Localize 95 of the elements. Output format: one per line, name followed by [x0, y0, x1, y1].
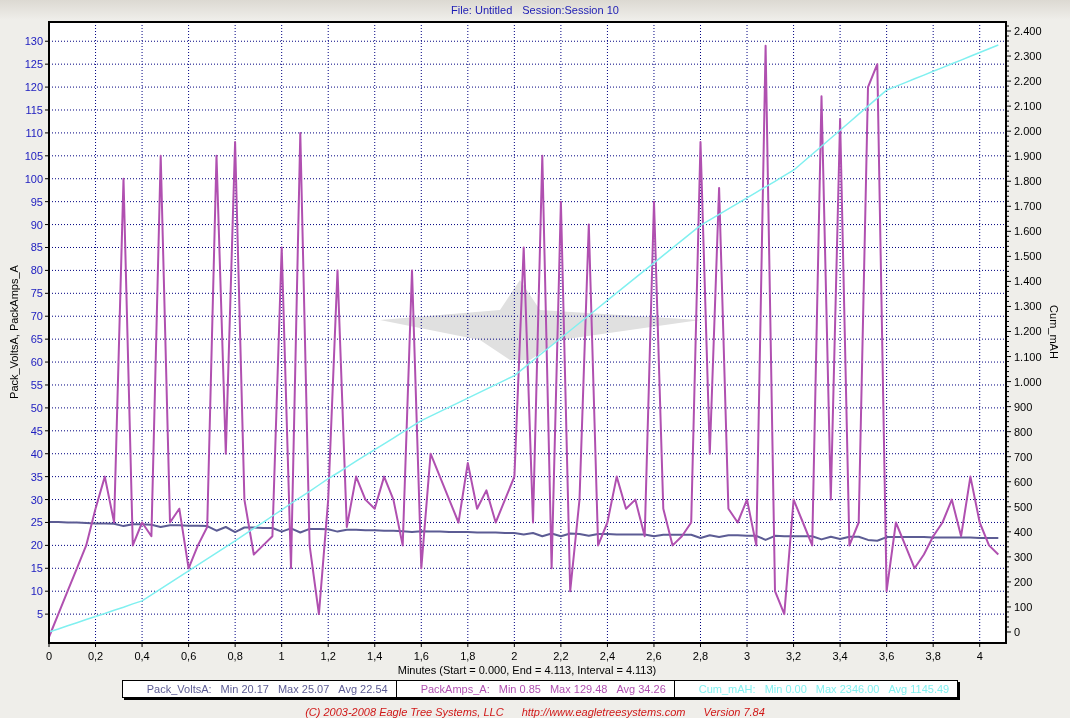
legend-separator: : [752, 683, 756, 695]
legend-avg: Avg 22.54 [338, 683, 388, 695]
axis-tick-label: 115 [25, 104, 43, 116]
axis-tick-label: 4 [976, 650, 983, 662]
axis-tick-label: 1,2 [320, 650, 336, 662]
axis-tick-label: 1.600 [1014, 225, 1042, 238]
legend-max: Max 129.48 [549, 683, 608, 695]
legend-max: Max 25.07 [277, 683, 330, 695]
axis-tick-label: 1.400 [1014, 275, 1042, 288]
x-axis-title: Minutes (Start = 0.000, End = 4.113, Interval = 4.113) [397, 664, 657, 676]
axis-tick-label: 0 [45, 650, 53, 662]
y-axis-title: Cum_mAH [1048, 305, 1060, 359]
axis-tick-label: 0 [1014, 626, 1021, 638]
legend-min: Min 0.00 [764, 683, 807, 695]
axis-tick-label: 800 [1014, 425, 1033, 438]
axis-tick-label: 200 [1014, 575, 1033, 588]
axis-tick-label: 2.400 [1014, 25, 1042, 37]
axis-tick-label: 0,2 [87, 650, 104, 662]
axis-tick-label: 3,4 [832, 650, 848, 662]
axis-tick-label: 60 [30, 356, 43, 369]
axis-tick-label: 20 [30, 539, 43, 552]
axis-tick-label: 1.800 [1014, 175, 1042, 188]
axis-tick-label: 1.300 [1014, 300, 1042, 313]
axis-tick-label: 100 [24, 172, 43, 185]
axis-tick-label: 90 [30, 218, 43, 231]
axis-tick-label: 0,8 [227, 650, 243, 662]
legend-min: Min 20.17 [220, 683, 269, 695]
axis-tick-label: 105 [24, 149, 43, 162]
axis-tick-label: 1,6 [413, 650, 429, 662]
axis-tick-label: 1.700 [1014, 200, 1042, 213]
axis-tick-label: 2.000 [1014, 125, 1042, 138]
axis-tick-label: 10 [30, 585, 43, 598]
axis-tick-label: 85 [30, 241, 43, 254]
legend-separator: : [208, 683, 212, 695]
axis-tick-label: 110 [25, 126, 43, 139]
axis-tick-label: 55 [30, 379, 43, 391]
axis-tick-label: 95 [30, 195, 43, 208]
version-text: Version 7.84 [703, 706, 765, 718]
axis-tick-label: 3,8 [925, 650, 941, 662]
copyright-text: (C) 2003-2008 Eagle Tree Systems, LLC [305, 706, 504, 718]
legend-min: Min 0.85 [498, 683, 541, 695]
axis-tick-label: 300 [1014, 550, 1033, 563]
legend-label: Pack_VoltsA [146, 683, 209, 695]
axis-tick-label: 0,4 [134, 650, 150, 662]
axis-tick-label: 40 [30, 447, 43, 460]
axis-tick-label: 1,8 [460, 650, 476, 662]
axis-tick-label: 2 [511, 650, 518, 662]
axis-tick-label: 15 [30, 562, 43, 575]
axis-tick-label: 35 [30, 470, 43, 483]
axis-tick-label: 1 [278, 650, 285, 662]
session-name: Session:Session 10 [522, 4, 619, 16]
axis-tick-label: 3 [743, 650, 751, 662]
axis-tick-label: 2.200 [1014, 75, 1042, 88]
axis-tick-label: 400 [1014, 525, 1033, 538]
legend-avg: Avg 34.26 [616, 683, 666, 695]
website-link[interactable]: http://www.eagletreesystems.com [521, 706, 686, 718]
axis-tick-label: 65 [30, 333, 43, 346]
axis-tick-label: 1.000 [1014, 375, 1042, 388]
axis-tick-label: 2,6 [646, 650, 662, 662]
file-name: File: Untitled [451, 4, 513, 16]
axis-tick-label: 130 [24, 35, 43, 48]
legend-avg: Avg 1145.49 [888, 683, 950, 695]
axis-tick-label: 75 [30, 287, 43, 300]
axis-tick-label: 700 [1014, 450, 1033, 463]
axis-tick-label: 2,4 [599, 650, 616, 662]
axis-tick-label: 45 [30, 424, 43, 437]
axis-tick-label: 1.100 [1014, 350, 1042, 363]
axis-tick-label: 0,6 [180, 650, 197, 662]
axis-tick-label: 2.300 [1014, 50, 1042, 63]
legend-label: Cum_mAH [698, 683, 753, 695]
axis-tick-label: 70 [30, 310, 43, 323]
axis-tick-label: 600 [1014, 475, 1033, 488]
legend-max: Max 2346.00 [815, 683, 880, 695]
axis-tick-label: 2,8 [692, 650, 709, 662]
axis-tick-label: 30 [30, 493, 43, 506]
y-axis-title: Pack_VoltsA, PackAmps_A [8, 265, 20, 399]
axis-tick-label: 25 [30, 516, 43, 529]
axis-tick-label: 120 [24, 81, 43, 94]
axis-tick-label: 50 [30, 401, 43, 414]
axis-tick-label: 1.200 [1014, 325, 1042, 338]
axis-tick-label: 1.900 [1014, 150, 1042, 163]
axis-tick-label: 100 [1014, 600, 1033, 613]
legend-separator: : [486, 683, 490, 695]
axis-tick-label: 125 [24, 58, 43, 71]
axis-tick-label: 900 [1014, 400, 1033, 413]
axis-tick-label: 2,2 [553, 650, 569, 662]
axis-tick-label: 5 [36, 608, 43, 621]
axis-tick-label: 1,4 [367, 650, 383, 662]
axis-tick-label: 1.500 [1014, 250, 1042, 263]
axis-tick-label: 80 [30, 264, 43, 277]
axis-tick-label: 500 [1014, 500, 1033, 513]
axis-tick-label: 2.100 [1014, 100, 1042, 113]
axis-tick-label: 3,2 [785, 650, 802, 662]
legend-label: PackAmps_A [420, 683, 487, 695]
axis-tick-label: 3,6 [879, 650, 895, 662]
